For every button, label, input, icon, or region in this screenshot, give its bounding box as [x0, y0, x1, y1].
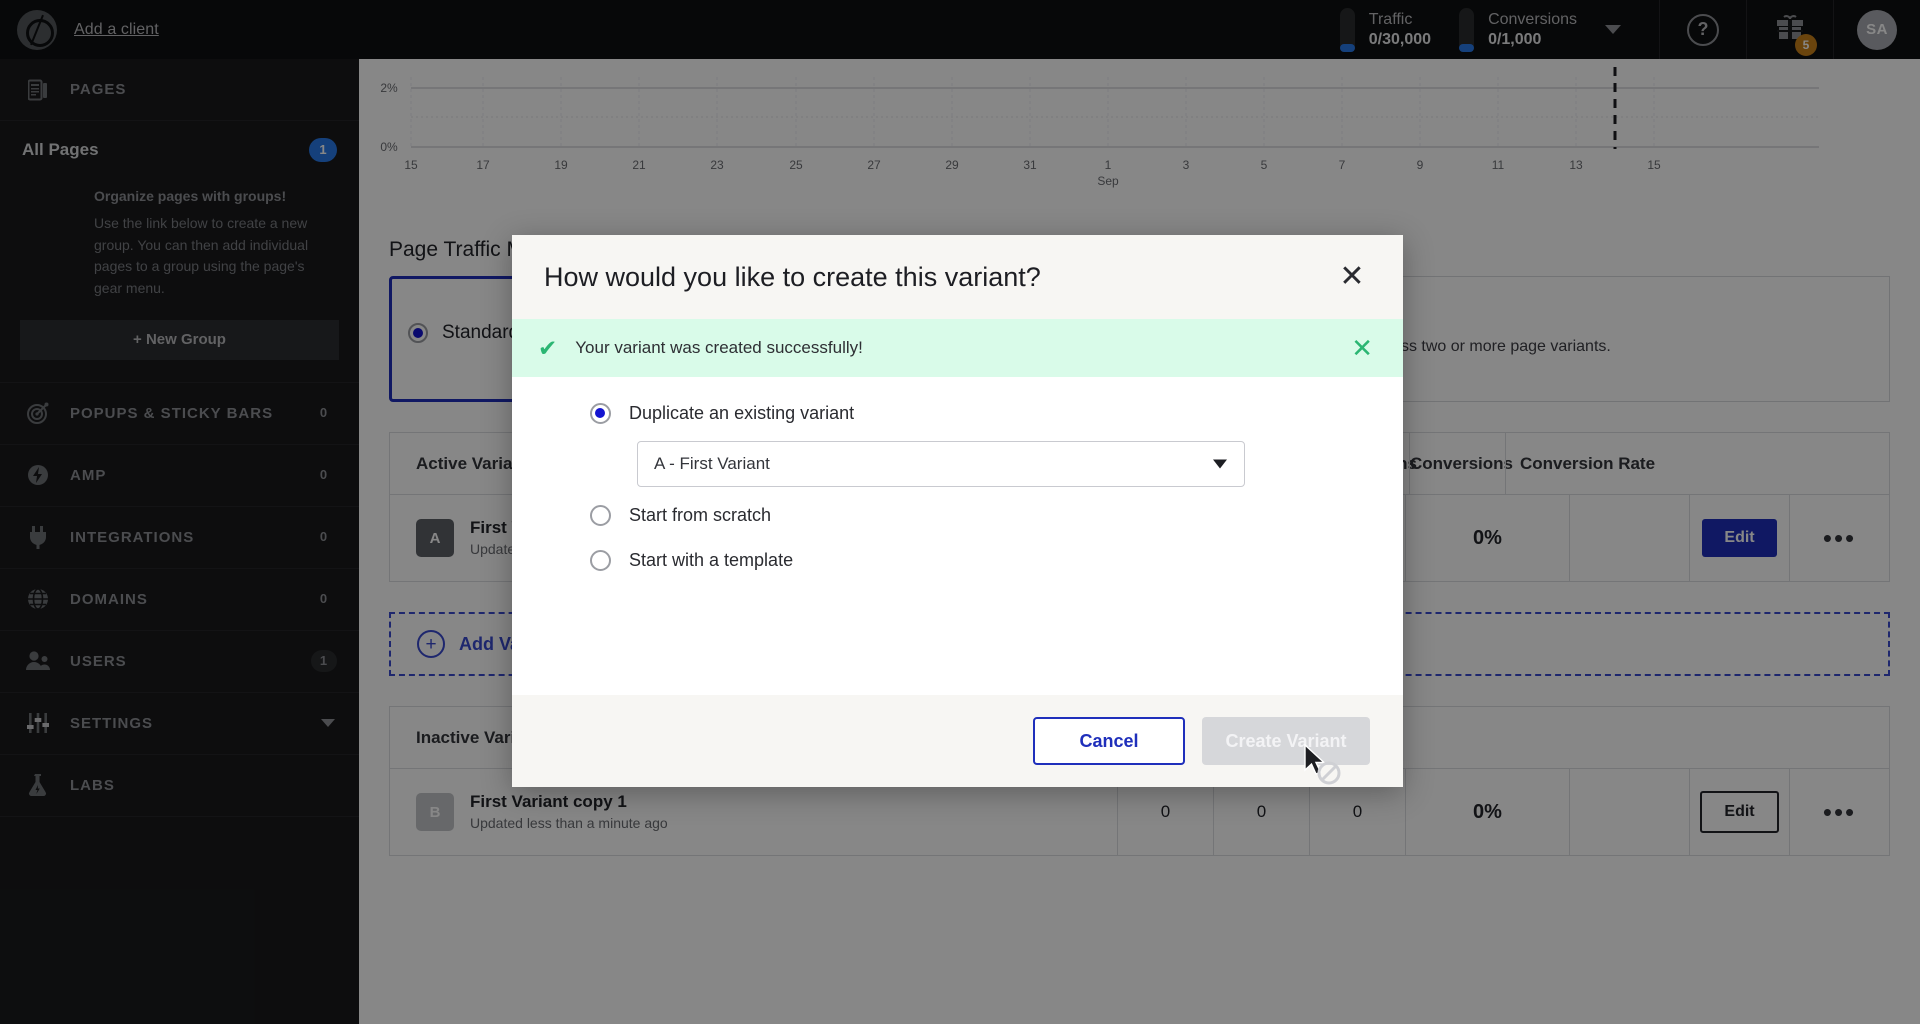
modal-title: How would you like to create this varian…	[544, 261, 1041, 292]
cancel-button[interactable]: Cancel	[1033, 717, 1185, 765]
variant-select-wrapper: A - First Variant	[637, 441, 1245, 487]
success-alert-text: Your variant was created successfully!	[575, 338, 863, 357]
modal-footer: Cancel Create Variant	[512, 695, 1403, 787]
alert-close-icon[interactable]: ✕	[1351, 335, 1373, 361]
variant-select-value: A - First Variant	[654, 454, 770, 473]
check-icon: ✔	[538, 334, 558, 361]
create-variant-modal: How would you like to create this varian…	[512, 235, 1403, 787]
modal-body: Duplicate an existing variant A - First …	[512, 377, 1403, 695]
success-alert: ✔ Your variant was created successfully!…	[512, 319, 1403, 377]
modal-header: How would you like to create this varian…	[512, 235, 1403, 319]
duplicate-radio[interactable]	[590, 403, 611, 424]
close-icon[interactable]: ✕	[1335, 260, 1369, 294]
option-label: Start with a template	[629, 550, 794, 570]
option-scratch[interactable]: Start from scratch	[590, 505, 1403, 526]
variant-select[interactable]: A - First Variant	[637, 441, 1245, 487]
option-label: Start from scratch	[629, 505, 772, 525]
chevron-down-icon[interactable]	[1213, 459, 1227, 469]
create-variant-button[interactable]: Create Variant	[1202, 717, 1370, 765]
option-template[interactable]: Start with a template	[590, 550, 1403, 571]
option-label: Duplicate an existing variant	[629, 403, 855, 423]
template-radio[interactable]	[590, 550, 611, 571]
scratch-radio[interactable]	[590, 505, 611, 526]
option-duplicate[interactable]: Duplicate an existing variant	[590, 403, 1403, 424]
